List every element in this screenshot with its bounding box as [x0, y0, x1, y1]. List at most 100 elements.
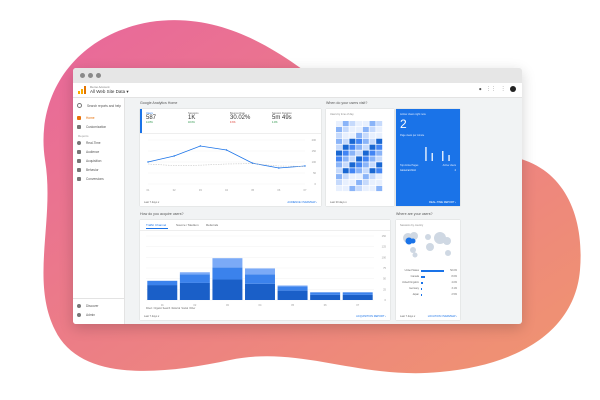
tab-referrals[interactable]: Referrals — [206, 223, 218, 227]
x-tick-label: 04 — [225, 188, 228, 192]
date-range-selector[interactable]: Last 7 days ▾ — [144, 315, 159, 318]
heatmap-cell — [369, 121, 376, 127]
y-tick-label: 0 — [385, 298, 387, 302]
metric-users[interactable]: Users 587 14.8% — [146, 112, 156, 124]
bar-segment — [245, 268, 275, 275]
heatmap-cell — [362, 126, 369, 133]
window-maximize-dot[interactable] — [96, 73, 101, 78]
heatmap-cell — [356, 156, 363, 162]
bar-segment — [342, 292, 373, 295]
behavior-icon — [77, 167, 81, 172]
active-tab-indicator — [146, 228, 168, 229]
heatmap-cell — [362, 150, 369, 156]
property-selector[interactable]: All Web Site Data ▾ — [90, 89, 129, 95]
x-tick-label: 06 — [324, 303, 327, 307]
window-close-dot[interactable] — [80, 73, 85, 78]
active-users-value: 2 — [400, 117, 407, 131]
heatmap-cell — [362, 138, 369, 144]
metric-session-duration[interactable]: Session Duration 5m 49s 4.0% — [272, 112, 292, 124]
when-subtitle: Users by time of day — [330, 113, 354, 116]
sidebar-item-behavior[interactable]: Behavior — [77, 166, 99, 173]
metric-sessions[interactable]: Sessions 1K 18.0% — [188, 112, 199, 124]
heatmap-cell — [369, 168, 376, 174]
bar-segment — [179, 282, 210, 300]
sidebar-item-discover[interactable]: Discover — [77, 302, 98, 309]
metric-change: 9.3% — [230, 121, 236, 124]
tab-source-medium[interactable]: Source / Medium — [176, 223, 199, 227]
legend-direct: Direct — [146, 307, 153, 310]
apps-icon[interactable]: ⋮⋮ — [486, 86, 496, 92]
heatmap-cell — [369, 150, 376, 156]
realtime-heading: Active Users right now — [400, 113, 426, 116]
search-input[interactable]: Search reports and help — [87, 104, 121, 108]
bar-segment — [342, 294, 373, 300]
heatmap-cell — [349, 121, 356, 127]
sidebar-item-customization[interactable]: Customization — [77, 123, 106, 130]
bar-segment — [212, 279, 243, 300]
location-overview-link[interactable]: LOCATION OVERVIEW › — [428, 315, 457, 318]
date-range-selector[interactable]: Last 7 days ▾ — [144, 201, 159, 204]
metric-change: 4.0% — [272, 121, 278, 124]
sidebar-item-admin[interactable]: Admin — [77, 311, 95, 318]
more-icon[interactable]: ⋮ — [501, 86, 506, 92]
browser-window: Demo Account All Web Site Data ▾ ● ⋮⋮ ⋮ … — [73, 68, 522, 324]
audience-overview-link[interactable]: AUDIENCE OVERVIEW › — [287, 201, 317, 204]
x-tick-label: 02 — [173, 188, 176, 192]
bulb-icon — [77, 303, 81, 308]
realtime-card: Active Users right now 2 Page views per … — [396, 109, 460, 206]
sidebar-item-acquisition[interactable]: Acquisition — [77, 157, 101, 164]
country-value: 52.0% — [450, 269, 457, 272]
heatmap-cell — [376, 185, 383, 192]
window-minimize-dot[interactable] — [88, 73, 93, 78]
country-row[interactable]: Japan 2.5% — [399, 292, 457, 298]
heatmap-cell — [349, 162, 356, 168]
country-bar — [421, 269, 445, 272]
reports-heading: Reports — [78, 134, 89, 138]
heatmap-cell — [356, 185, 363, 192]
heatmap-cell — [362, 156, 369, 162]
heatmap-cell — [369, 126, 376, 133]
x-tick-label: 04 — [259, 303, 262, 307]
heatmap-cell — [349, 156, 356, 162]
x-tick-label: 07 — [304, 188, 307, 192]
top-page-path[interactable]: /store/cart.html — [400, 169, 416, 172]
sidebar-item-label: Behavior — [86, 167, 99, 172]
home-card: Users 587 14.8% Sessions 1K 18.0% Bounce… — [140, 109, 321, 206]
notifications-icon[interactable]: ● — [479, 86, 482, 92]
heatmap-cell — [342, 168, 349, 174]
sidebar-item-home[interactable]: Home — [77, 114, 95, 121]
when-card-title: When do your users visit? — [326, 101, 368, 105]
bar-segment — [245, 274, 275, 284]
sidebar-item-conversions[interactable]: Conversions — [77, 175, 104, 182]
sidebar-item-realtime[interactable]: Real-Time — [77, 139, 101, 146]
heatmap-cell — [336, 126, 342, 133]
pageviews-label: Page views per minute — [400, 134, 425, 137]
y-tick-label: 75 — [383, 266, 386, 270]
flag-icon — [77, 176, 81, 181]
person-icon — [77, 149, 81, 154]
realtime-report-link[interactable]: REAL-TIME REPORT › — [429, 201, 456, 204]
heatmap-cell — [336, 138, 342, 144]
y-tick-label: 0 — [315, 182, 317, 186]
date-range-selector[interactable]: Last 30 days ▾ — [330, 201, 347, 204]
heatmap-cell — [342, 174, 349, 180]
analytics-logo-icon — [78, 86, 86, 94]
heatmap-cell — [369, 138, 376, 144]
country-value: 2.5% — [451, 293, 457, 296]
acquisition-report-link[interactable]: ACQUISITION REPORT › — [356, 315, 386, 318]
date-range-selector[interactable]: Last 7 days ▾ — [400, 315, 415, 318]
avatar[interactable] — [510, 86, 516, 92]
data-point — [304, 165, 306, 167]
y-tick-label: 100 — [382, 255, 387, 259]
metric-bounce-rate[interactable]: Bounce Rate 30.02% 9.3% — [230, 112, 250, 124]
bar-segment — [277, 290, 308, 300]
world-map — [403, 232, 451, 258]
legend-referral: Referral — [171, 307, 181, 310]
data-point — [173, 155, 175, 157]
heatmap-cell — [362, 162, 369, 168]
acquisition-bar-chart: 150125100755025001 02 03 04 05 06 07 — [146, 234, 387, 307]
sidebar-search[interactable]: Search reports and help — [77, 102, 121, 109]
sidebar-item-audience[interactable]: Audience — [77, 148, 99, 155]
tab-traffic-channel[interactable]: Traffic Channel — [146, 223, 166, 227]
bar-segment — [245, 283, 275, 300]
